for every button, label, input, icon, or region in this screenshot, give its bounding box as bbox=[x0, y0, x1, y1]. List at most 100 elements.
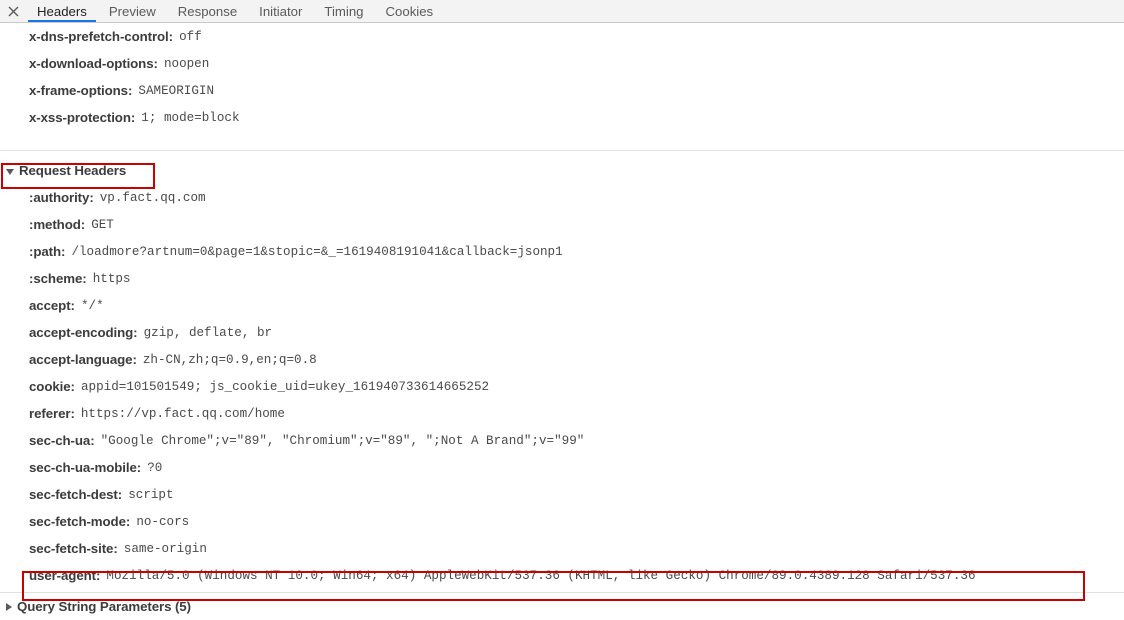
section-title-label: Query String Parameters (5) bbox=[17, 599, 191, 614]
tab-response[interactable]: Response bbox=[167, 0, 248, 22]
close-icon[interactable] bbox=[0, 0, 26, 22]
header-colon: : bbox=[61, 244, 66, 259]
request-headers-list: :authority: vp.fact.qq.com :method: GET … bbox=[0, 184, 1124, 589]
header-row-x-download-options[interactable]: x-download-options: noopen bbox=[0, 50, 1124, 77]
header-value: https bbox=[92, 271, 131, 286]
header-name: cookie bbox=[29, 379, 71, 394]
header-colon: : bbox=[80, 217, 86, 232]
header-row-sec-fetch-site[interactable]: sec-fetch-site: same-origin bbox=[0, 535, 1124, 562]
header-row-sec-fetch-dest[interactable]: sec-fetch-dest: script bbox=[0, 481, 1124, 508]
header-colon: : bbox=[117, 487, 123, 502]
header-colon: : bbox=[133, 325, 138, 340]
header-colon: : bbox=[70, 298, 75, 313]
header-value: GET bbox=[91, 217, 114, 232]
section-title-label: Request Headers bbox=[19, 163, 127, 178]
header-row-scheme[interactable]: :scheme: https bbox=[0, 265, 1124, 292]
header-row-sec-fetch-mode[interactable]: sec-fetch-mode: no-cors bbox=[0, 508, 1124, 535]
header-colon: : bbox=[90, 433, 95, 448]
header-name: x-dns-prefetch-control bbox=[29, 29, 169, 44]
header-name: accept-language bbox=[29, 352, 133, 367]
tab-list: Headers Preview Response Initiator Timin… bbox=[26, 0, 444, 22]
header-row-x-xss-protection[interactable]: x-xss-protection: 1; mode=block bbox=[0, 104, 1124, 131]
header-value: off bbox=[179, 29, 202, 44]
tab-initiator-label: Initiator bbox=[259, 3, 303, 19]
header-name: x-xss-protection bbox=[29, 110, 131, 125]
header-colon: : bbox=[130, 110, 136, 125]
header-colon: : bbox=[168, 29, 174, 44]
tab-response-label: Response bbox=[177, 3, 238, 19]
header-value: gzip, deflate, br bbox=[143, 325, 273, 340]
header-row-method[interactable]: :method: GET bbox=[0, 211, 1124, 238]
header-name: accept bbox=[29, 298, 71, 313]
header-row-sec-ch-ua[interactable]: sec-ch-ua: "Google Chrome";v="89", "Chro… bbox=[0, 427, 1124, 454]
header-name: referer bbox=[29, 406, 71, 421]
header-row-user-agent[interactable]: user-agent: Mozilla/5.0 (Windows NT 10.0… bbox=[0, 562, 1124, 589]
header-name: :path bbox=[29, 244, 61, 259]
header-colon: : bbox=[125, 514, 131, 529]
section-header-request-headers[interactable]: Request Headers bbox=[0, 157, 1124, 184]
section-header-query-string-parameters[interactable]: Query String Parameters (5) bbox=[0, 593, 1124, 620]
response-headers-tail-group: x-dns-prefetch-control: off x-download-o… bbox=[0, 23, 1124, 131]
header-colon: : bbox=[89, 190, 94, 205]
header-name: sec-fetch-site bbox=[29, 541, 114, 556]
header-colon: : bbox=[132, 352, 137, 367]
header-value: ?0 bbox=[147, 460, 163, 475]
header-colon: : bbox=[153, 56, 158, 71]
tab-preview[interactable]: Preview bbox=[98, 0, 167, 22]
header-colon: : bbox=[70, 379, 75, 394]
header-value: no-cors bbox=[136, 514, 190, 529]
header-colon: : bbox=[136, 460, 142, 475]
header-row-x-frame-options[interactable]: x-frame-options: SAMEORIGIN bbox=[0, 77, 1124, 104]
header-row-accept[interactable]: accept: */* bbox=[0, 292, 1124, 319]
header-value: /loadmore?artnum=0&page=1&stopic=&_=1619… bbox=[71, 244, 563, 259]
tab-headers[interactable]: Headers bbox=[26, 0, 98, 22]
tab-timing-label: Timing bbox=[324, 3, 364, 19]
header-value: Mozilla/5.0 (Windows NT 10.0; Win64; x64… bbox=[106, 568, 976, 583]
header-name: sec-fetch-mode bbox=[29, 514, 126, 529]
header-name: sec-fetch-dest bbox=[29, 487, 118, 502]
devtools-tab-bar: Headers Preview Response Initiator Timin… bbox=[0, 0, 1124, 23]
headers-panel: x-dns-prefetch-control: off x-download-o… bbox=[0, 23, 1124, 620]
header-name: x-download-options bbox=[29, 56, 154, 71]
header-name: accept-encoding bbox=[29, 325, 134, 340]
header-value: same-origin bbox=[123, 541, 207, 556]
header-row-referer[interactable]: referer: https://vp.fact.qq.com/home bbox=[0, 400, 1124, 427]
header-value: appid=101501549; js_cookie_uid=ukey_1619… bbox=[80, 379, 490, 394]
header-value: noopen bbox=[163, 56, 210, 71]
tab-initiator[interactable]: Initiator bbox=[248, 0, 313, 22]
header-colon: : bbox=[95, 568, 101, 583]
header-value: SAMEORIGIN bbox=[138, 83, 214, 98]
header-colon: : bbox=[82, 271, 87, 286]
header-value: script bbox=[128, 487, 174, 502]
header-value: zh-CN,zh;q=0.9,en;q=0.8 bbox=[142, 352, 317, 367]
header-colon: : bbox=[70, 406, 75, 421]
header-row-accept-language[interactable]: accept-language: zh-CN,zh;q=0.9,en;q=0.8 bbox=[0, 346, 1124, 373]
tab-headers-label: Headers bbox=[37, 3, 87, 19]
header-colon: : bbox=[127, 83, 133, 98]
header-name: :authority bbox=[29, 190, 90, 205]
header-name: :scheme bbox=[29, 271, 83, 286]
triangle-down-icon bbox=[6, 168, 14, 175]
header-row-path[interactable]: :path: /loadmore?artnum=0&page=1&stopic=… bbox=[0, 238, 1124, 265]
triangle-right-icon bbox=[6, 602, 12, 611]
header-row-sec-ch-ua-mobile[interactable]: sec-ch-ua-mobile: ?0 bbox=[0, 454, 1124, 481]
tab-timing[interactable]: Timing bbox=[313, 0, 374, 22]
header-value: vp.fact.qq.com bbox=[99, 190, 206, 205]
header-name: x-frame-options bbox=[29, 83, 128, 98]
tab-cookies-label: Cookies bbox=[385, 3, 434, 19]
header-row-accept-encoding[interactable]: accept-encoding: gzip, deflate, br bbox=[0, 319, 1124, 346]
header-name: sec-ch-ua-mobile bbox=[29, 460, 137, 475]
header-name: user-agent bbox=[29, 568, 96, 583]
header-name: sec-ch-ua bbox=[29, 433, 91, 448]
header-value: https://vp.fact.qq.com/home bbox=[80, 406, 285, 421]
header-value: "Google Chrome";v="89", "Chromium";v="89… bbox=[100, 433, 585, 448]
tab-preview-label: Preview bbox=[108, 3, 156, 19]
header-value: 1; mode=block bbox=[141, 110, 240, 125]
tab-cookies[interactable]: Cookies bbox=[375, 0, 445, 22]
header-colon: : bbox=[113, 541, 118, 556]
header-name: :method bbox=[29, 217, 81, 232]
header-row-cookie[interactable]: cookie: appid=101501549; js_cookie_uid=u… bbox=[0, 373, 1124, 400]
header-row-authority[interactable]: :authority: vp.fact.qq.com bbox=[0, 184, 1124, 211]
header-row-x-dns-prefetch-control[interactable]: x-dns-prefetch-control: off bbox=[0, 23, 1124, 50]
header-value: */* bbox=[80, 298, 104, 313]
